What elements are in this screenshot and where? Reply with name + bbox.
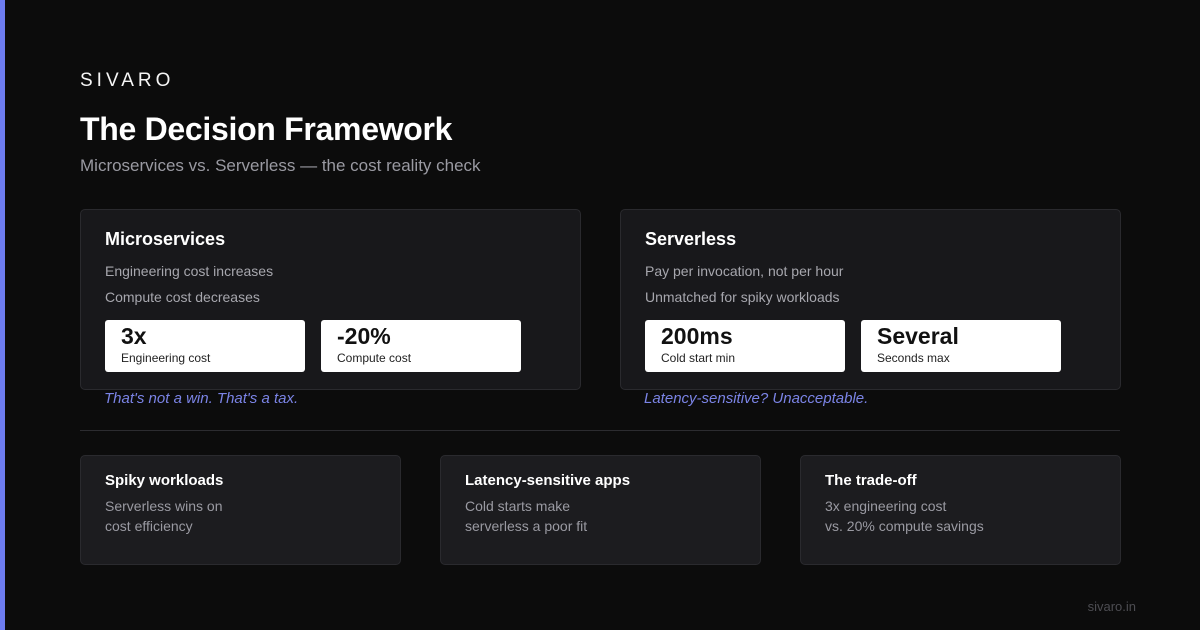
stat-value: -20% <box>337 323 391 349</box>
card-line: Engineering cost increases <box>105 263 274 279</box>
summary-line: vs. 20% compute savings <box>825 518 984 534</box>
summary-line: serverless a poor fit <box>465 518 588 534</box>
summary-title: Latency-sensitive apps <box>465 472 631 489</box>
page-subtitle: Microservices vs. Serverless — the cost … <box>80 156 481 175</box>
stat-label: Engineering cost <box>121 351 211 365</box>
microservices-card: Microservices Engineering cost increases… <box>80 209 581 390</box>
summary-line: Serverless wins on <box>105 498 223 514</box>
summary-line: Cold starts make <box>465 498 571 514</box>
card-line: Pay per invocation, not per hour <box>645 263 844 279</box>
serverless-card: Serverless Pay per invocation, not per h… <box>620 209 1121 390</box>
footer-url: sivaro.in <box>1087 599 1136 614</box>
card-line: Unmatched for spiky workloads <box>645 289 840 305</box>
summary-line: 3x engineering cost <box>825 498 947 514</box>
summary-card-trade-off: The trade-off 3x engineering cost vs. 20… <box>800 455 1121 565</box>
card-title: Serverless <box>645 229 737 249</box>
stat-value: Several <box>877 323 959 349</box>
stat-box-engineering-cost: 3x Engineering cost <box>105 320 305 372</box>
brand-logo: SIVARO <box>80 70 175 91</box>
microservices-note: That's not a win. That's a tax. <box>104 390 299 407</box>
stat-box-compute-cost: -20% Compute cost <box>321 320 521 372</box>
stat-box-cold-start-min: 200ms Cold start min <box>645 320 845 372</box>
stat-value: 3x <box>121 323 147 349</box>
stat-box-seconds-max: Several Seconds max <box>861 320 1061 372</box>
summary-card-spiky-workloads: Spiky workloads Serverless wins on cost … <box>80 455 401 565</box>
page-title: The Decision Framework <box>80 111 453 147</box>
section-divider <box>80 430 1120 431</box>
accent-bar <box>0 0 5 630</box>
stat-label: Cold start min <box>661 351 736 365</box>
stat-value: 200ms <box>661 323 733 349</box>
summary-line: cost efficiency <box>105 518 193 534</box>
summary-card-latency-sensitive: Latency-sensitive apps Cold starts make … <box>440 455 761 565</box>
summary-title: Spiky workloads <box>105 472 224 489</box>
card-line: Compute cost decreases <box>105 289 260 305</box>
stat-label: Seconds max <box>877 351 950 365</box>
serverless-note: Latency-sensitive? Unacceptable. <box>644 390 869 407</box>
card-title: Microservices <box>105 229 226 249</box>
stat-label: Compute cost <box>337 351 412 365</box>
summary-title: The trade-off <box>825 472 917 489</box>
